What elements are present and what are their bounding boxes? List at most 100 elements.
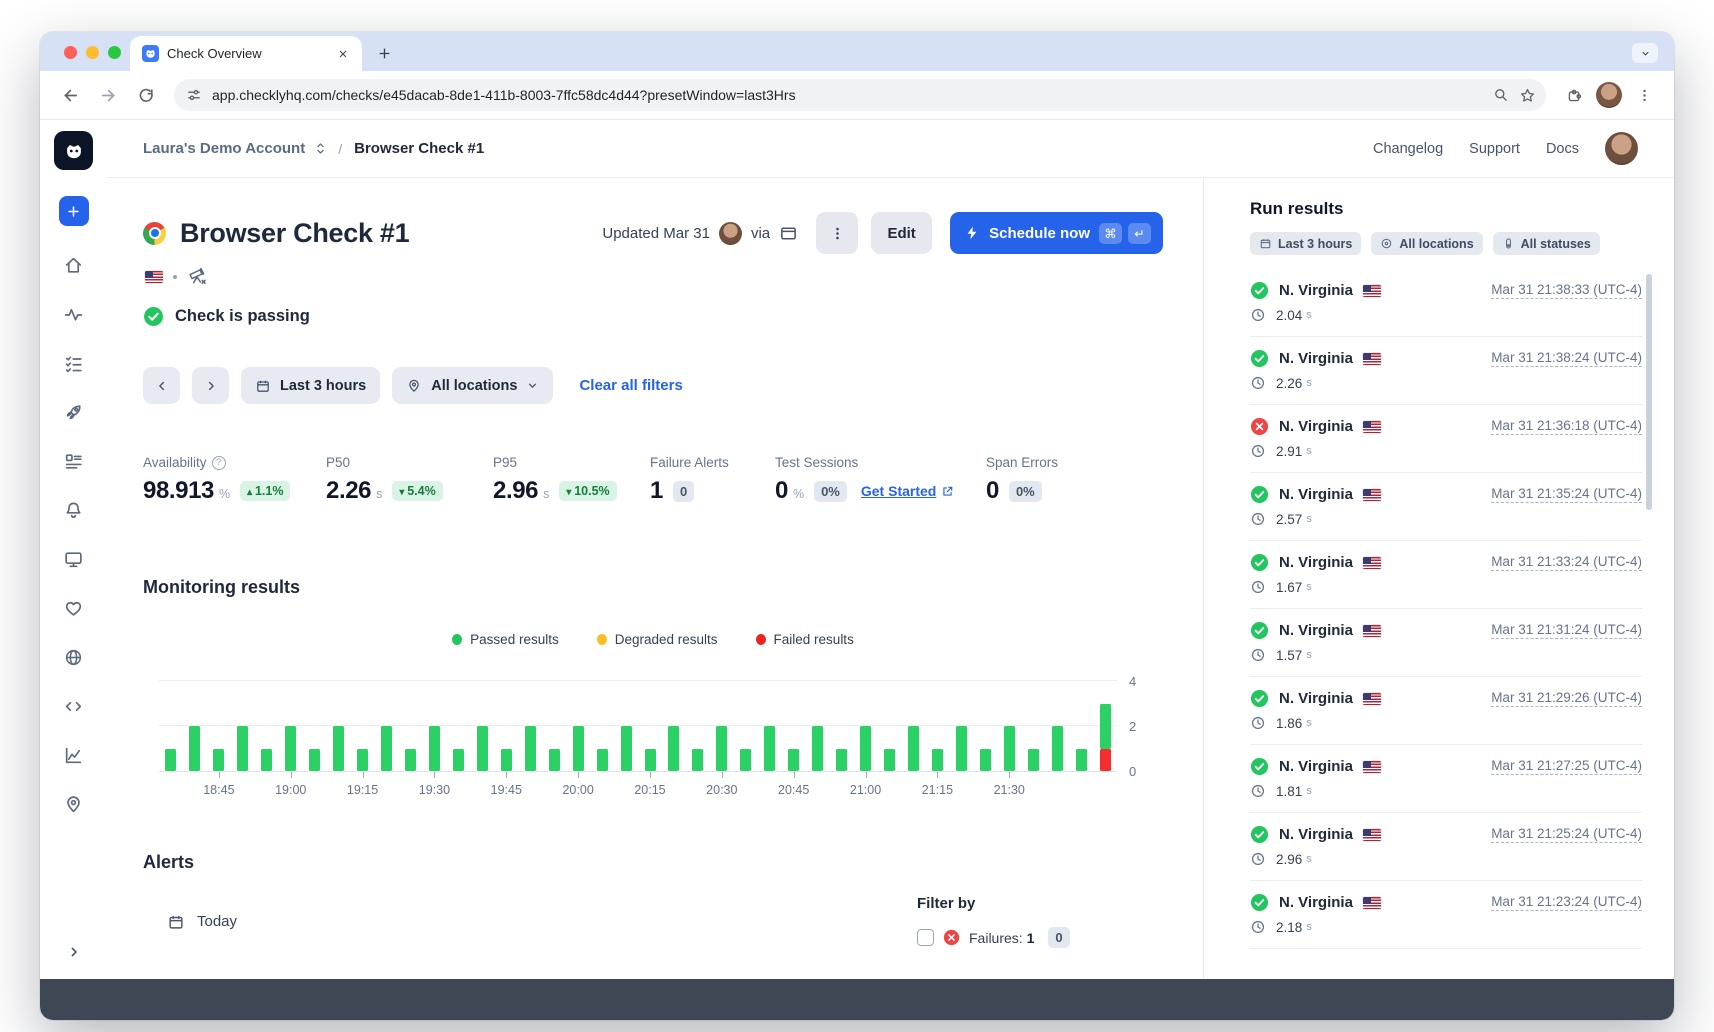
run-result-item[interactable]: N. Virginia Mar 31 21:27:25 (UTC-4) 1.81… xyxy=(1250,745,1642,813)
chart-bar[interactable] xyxy=(1069,682,1093,771)
browser-profile-avatar[interactable] xyxy=(1596,82,1622,108)
minimize-window-button[interactable] xyxy=(86,46,99,59)
sidebar-logs-icon[interactable] xyxy=(57,444,91,478)
chart-bar[interactable] xyxy=(902,682,926,771)
breadcrumb-account[interactable]: Laura's Demo Account xyxy=(143,140,305,157)
user-avatar[interactable] xyxy=(1605,132,1638,165)
tab-close-icon[interactable] xyxy=(334,45,352,63)
checkly-logo[interactable] xyxy=(54,131,93,170)
chart-bar[interactable] xyxy=(422,682,446,771)
chart-bar[interactable] xyxy=(351,682,375,771)
url-text[interactable]: app.checklyhq.com/checks/e45dacab-8de1-4… xyxy=(212,87,1483,103)
sidebar-rocket-icon[interactable] xyxy=(57,395,91,429)
failures-checkbox[interactable] xyxy=(917,929,934,946)
chart-bar[interactable] xyxy=(830,682,854,771)
sidebar-dashboards-chart-icon[interactable] xyxy=(57,738,91,772)
chart-bar[interactable] xyxy=(734,682,758,771)
chart-bar[interactable] xyxy=(518,682,542,771)
check-menu-kebab-button[interactable] xyxy=(816,212,858,254)
forward-icon[interactable] xyxy=(92,79,124,111)
locations-filter-button[interactable]: All locations xyxy=(392,367,553,404)
run-result-item[interactable]: N. Virginia Mar 31 21:35:24 (UTC-4) 2.57… xyxy=(1250,473,1642,541)
run-timestamp-link[interactable]: Mar 31 21:38:33 (UTC-4) xyxy=(1491,282,1642,299)
chart-bar[interactable] xyxy=(279,682,303,771)
chart-bar[interactable] xyxy=(638,682,662,771)
run-result-item[interactable]: N. Virginia Mar 31 21:36:18 (UTC-4) 2.91… xyxy=(1250,405,1642,473)
sidebar-alerts-bell-icon[interactable] xyxy=(57,493,91,527)
chart-bar[interactable] xyxy=(686,682,710,771)
chart-bar[interactable] xyxy=(566,682,590,771)
chart-bar[interactable] xyxy=(758,682,782,771)
chart-bar[interactable] xyxy=(997,682,1021,771)
chart-bar[interactable] xyxy=(1021,682,1045,771)
schedule-now-button[interactable]: Schedule now ⌘ ↵ xyxy=(950,212,1163,254)
run-timestamp-link[interactable]: Mar 31 21:23:24 (UTC-4) xyxy=(1491,894,1642,911)
sidebar-checks-icon[interactable] xyxy=(57,346,91,380)
chart-bar[interactable] xyxy=(878,682,902,771)
chart-bar[interactable] xyxy=(614,682,638,771)
reload-icon[interactable] xyxy=(130,79,162,111)
sidebar-collapse-chevron-icon[interactable] xyxy=(57,935,91,969)
chart-bar[interactable] xyxy=(375,682,399,771)
chart-bar[interactable] xyxy=(231,682,255,771)
chart-bar[interactable] xyxy=(470,682,494,771)
sidebar-heartbeats-icon[interactable] xyxy=(57,591,91,625)
chart-bar[interactable] xyxy=(255,682,279,771)
sidebar-locations-pin-icon[interactable] xyxy=(57,787,91,821)
create-new-button[interactable] xyxy=(59,196,89,226)
edit-button[interactable]: Edit xyxy=(871,212,932,254)
account-switcher-icon[interactable] xyxy=(313,141,328,156)
run-timestamp-link[interactable]: Mar 31 21:29:26 (UTC-4) xyxy=(1491,690,1642,707)
sidebar-snippets-code-icon[interactable] xyxy=(57,689,91,723)
chart-bar[interactable] xyxy=(926,682,950,771)
chart-bar[interactable] xyxy=(782,682,806,771)
run-timestamp-link[interactable]: Mar 31 21:25:24 (UTC-4) xyxy=(1491,826,1642,843)
chart-bar[interactable] xyxy=(303,682,327,771)
nav-link-changelog[interactable]: Changelog xyxy=(1373,141,1443,157)
bookmark-star-icon[interactable] xyxy=(1519,87,1536,104)
sidebar-private-locations-globe-icon[interactable] xyxy=(57,640,91,674)
time-range-filter-button[interactable]: Last 3 hours xyxy=(241,367,380,404)
site-settings-icon[interactable] xyxy=(186,87,202,103)
chart-bar[interactable] xyxy=(494,682,518,771)
chart-bar[interactable] xyxy=(327,682,351,771)
chart-bar[interactable] xyxy=(542,682,566,771)
zoom-page-icon[interactable] xyxy=(1493,87,1509,103)
run-timestamp-link[interactable]: Mar 31 21:33:24 (UTC-4) xyxy=(1491,554,1642,571)
run-result-item[interactable]: N. Virginia Mar 31 21:25:24 (UTC-4) 2.96… xyxy=(1250,813,1642,881)
run-timestamp-link[interactable]: Mar 31 21:27:25 (UTC-4) xyxy=(1491,758,1642,775)
url-bar[interactable]: app.checklyhq.com/checks/e45dacab-8de1-4… xyxy=(174,79,1546,111)
run-filter-time-badge[interactable]: Last 3 hours xyxy=(1250,232,1361,255)
chart-bar[interactable] xyxy=(949,682,973,771)
sidebar-monitoring-icon[interactable] xyxy=(57,297,91,331)
chart-bar[interactable] xyxy=(1093,682,1117,771)
get-started-link[interactable]: Get Started xyxy=(861,483,954,499)
back-icon[interactable] xyxy=(54,79,86,111)
next-range-button[interactable] xyxy=(192,367,229,404)
nav-link-support[interactable]: Support xyxy=(1469,141,1520,157)
run-timestamp-link[interactable]: Mar 31 21:35:24 (UTC-4) xyxy=(1491,486,1642,503)
run-timestamp-link[interactable]: Mar 31 21:36:18 (UTC-4) xyxy=(1491,418,1642,435)
chart-bar[interactable] xyxy=(183,682,207,771)
browser-tab[interactable]: Check Overview xyxy=(130,36,362,71)
new-tab-button[interactable] xyxy=(370,39,398,67)
chart-bar[interactable] xyxy=(446,682,470,771)
browser-menu-kebab-icon[interactable] xyxy=(1628,79,1660,111)
run-result-item[interactable]: N. Virginia Mar 31 21:31:24 (UTC-4) 1.57… xyxy=(1250,609,1642,677)
chart-bar[interactable] xyxy=(1045,682,1069,771)
sidebar-status-page-icon[interactable] xyxy=(57,542,91,576)
chart-bar[interactable] xyxy=(159,682,183,771)
run-result-item[interactable]: N. Virginia Mar 31 21:29:26 (UTC-4) 1.86… xyxy=(1250,677,1642,745)
chart-bar[interactable] xyxy=(399,682,423,771)
chart-bar[interactable] xyxy=(854,682,878,771)
zoom-window-button[interactable] xyxy=(108,46,121,59)
clear-all-filters-link[interactable]: Clear all filters xyxy=(579,377,682,394)
run-result-item[interactable]: N. Virginia Mar 31 21:38:24 (UTC-4) 2.26… xyxy=(1250,337,1642,405)
updated-by-avatar[interactable] xyxy=(719,222,742,245)
chart-bar[interactable] xyxy=(662,682,686,771)
previous-range-button[interactable] xyxy=(143,367,180,404)
run-timestamp-link[interactable]: Mar 31 21:38:24 (UTC-4) xyxy=(1491,350,1642,367)
extensions-puzzle-icon[interactable] xyxy=(1558,79,1590,111)
chart-bar[interactable] xyxy=(207,682,231,771)
run-result-item[interactable]: N. Virginia Mar 31 21:33:24 (UTC-4) 1.67… xyxy=(1250,541,1642,609)
